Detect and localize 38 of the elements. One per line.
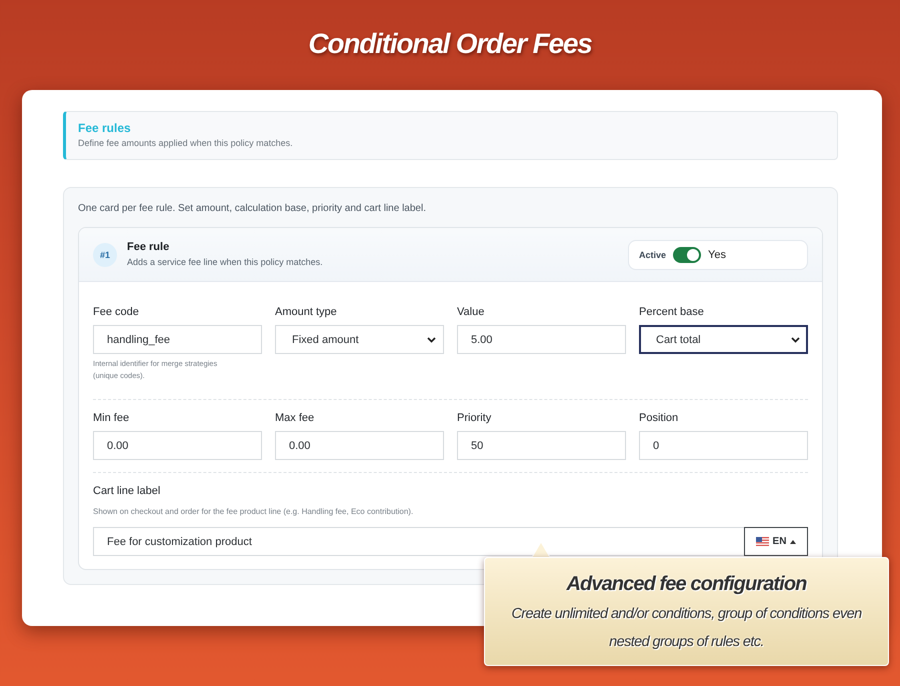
field-label: Fee code (93, 305, 139, 320)
us-flag-icon (756, 537, 769, 546)
field-label: Amount type (275, 305, 337, 320)
dropdown-value: Fixed amount (292, 334, 359, 346)
input-field[interactable]: 50 (457, 431, 626, 460)
callout-text: Create unlimited and/or conditions, group of conditions even nested groups of rules etc. (510, 605, 863, 652)
input-field[interactable]: 0.00 (93, 431, 262, 460)
chevron-down-icon (791, 336, 800, 342)
field-label: Percent base (639, 305, 704, 320)
language-button[interactable]: EN (744, 527, 808, 556)
input-field[interactable]: Fee for customization product (93, 527, 744, 556)
intro-text: One card per fee rule. Set amount, calculation base, priority and cart line label. (78, 202, 427, 216)
dropdown-field[interactable]: Fixed amount (275, 325, 444, 354)
section-description: Define fee amounts applied when this policy matches. (78, 137, 294, 150)
page-title: Conditional Order Fees (307, 27, 593, 61)
active-toggle[interactable] (673, 246, 702, 262)
input-field[interactable]: 0.00 (275, 431, 444, 460)
help-text: Shown on checkout and order for the fee product line (e.g. Handling fee, Eco contribution). (93, 506, 414, 518)
rule-number-badge: #1 (93, 242, 117, 266)
field-label: Priority (457, 411, 492, 426)
callout-title: Advanced fee configuration (565, 572, 808, 597)
field-label: Cart line label (93, 484, 162, 499)
field-label: Position (639, 411, 678, 426)
field-label: Max fee (275, 411, 314, 426)
caret-up-icon (790, 540, 796, 544)
dropdown-value: Cart total (656, 334, 701, 346)
input-field[interactable]: handling_fee (93, 325, 262, 354)
chevron-down-icon (427, 336, 436, 342)
input-field[interactable]: 0 (639, 431, 808, 460)
input-field[interactable]: 5.00 (457, 325, 626, 354)
rule-subtitle: Adds a service fee line when this policy matches. (127, 256, 323, 269)
dropdown-field[interactable]: Cart total (639, 325, 808, 354)
field-label: Min fee (93, 411, 130, 426)
field-label: Value (457, 305, 484, 320)
section-title: Fee rules (78, 120, 132, 136)
toggle-state-text: Yes (708, 248, 726, 260)
rule-title: Fee rule (127, 240, 170, 254)
active-label: Active (639, 250, 666, 260)
